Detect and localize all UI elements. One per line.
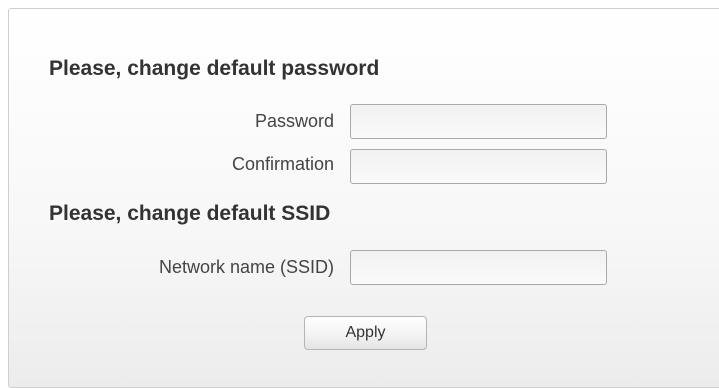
- apply-button[interactable]: Apply: [304, 316, 427, 350]
- confirmation-label: Confirmation: [231, 154, 334, 174]
- confirmation-input[interactable]: [350, 149, 607, 184]
- password-input[interactable]: [350, 104, 607, 139]
- password-section-title: Please, change default password: [49, 57, 380, 80]
- password-label: Password: [254, 111, 334, 131]
- ssid-input[interactable]: [350, 250, 607, 285]
- ssid-section-title: Please, change default SSID: [49, 202, 331, 225]
- ssid-label: Network name (SSID): [158, 257, 334, 277]
